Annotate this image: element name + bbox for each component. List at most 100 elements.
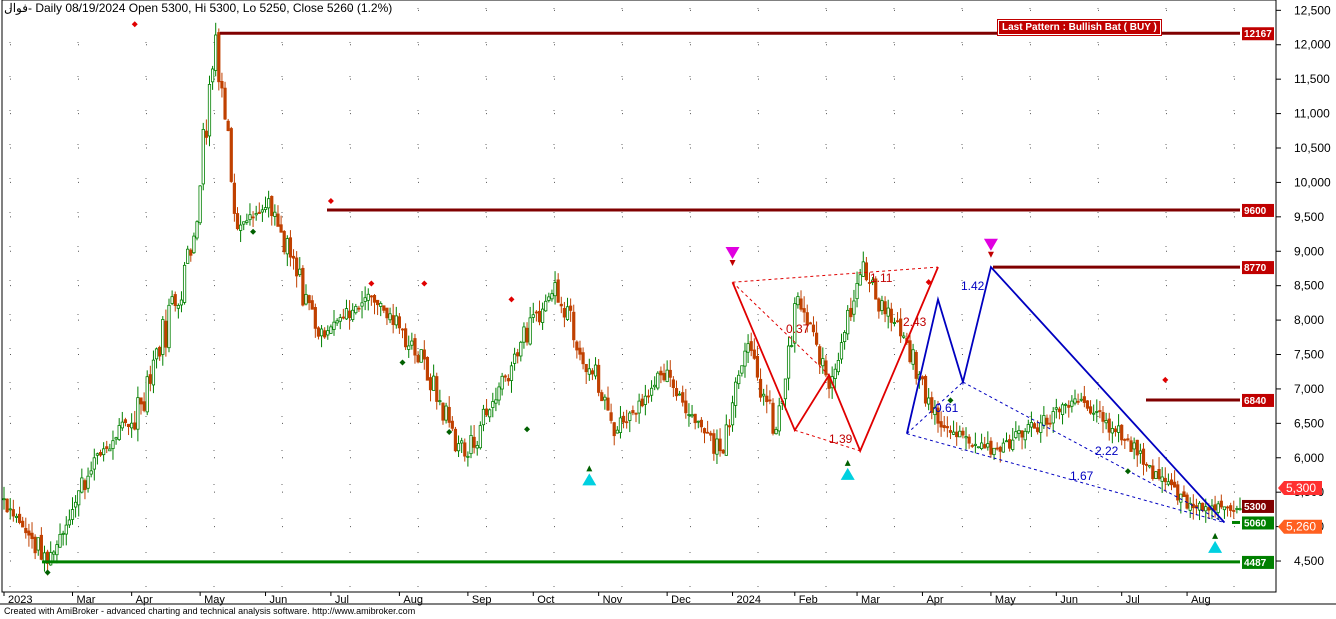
candle-body — [267, 198, 271, 209]
candle-body — [886, 307, 890, 317]
candle-body — [1120, 424, 1124, 441]
candle-body — [139, 397, 143, 405]
candle-body — [394, 315, 398, 326]
candle-body — [164, 320, 168, 348]
candle-body — [307, 295, 311, 304]
candle-body — [195, 221, 199, 239]
candle-body — [699, 419, 703, 428]
candle-body — [612, 422, 616, 437]
candle-body — [1045, 417, 1049, 425]
candle-body — [1235, 508, 1239, 510]
candle-body — [930, 397, 934, 413]
candle-body — [836, 360, 840, 373]
candle-body — [1070, 400, 1074, 407]
candle-body — [519, 341, 523, 357]
x-tick-label: Nov — [603, 594, 623, 606]
candle-body — [516, 352, 520, 357]
y-tick-label: 7,000 — [1294, 382, 1324, 396]
candle-body — [257, 211, 261, 214]
price-tag: 5300 — [1244, 502, 1267, 513]
candle-body — [235, 213, 240, 230]
candle-body — [354, 305, 358, 314]
candle-body — [1004, 440, 1009, 443]
candle-body — [288, 237, 293, 258]
candle-body — [758, 378, 763, 398]
candle-body — [796, 296, 800, 306]
candle-body — [1020, 430, 1024, 438]
candle-body — [572, 311, 576, 341]
candle-body — [419, 349, 423, 363]
candle-body — [721, 449, 725, 454]
candle-body — [575, 341, 579, 351]
candle-body — [808, 322, 812, 325]
candle-body — [821, 358, 825, 367]
candle-body — [422, 349, 426, 360]
candle-body — [108, 448, 112, 452]
pattern-ratio: 0.61 — [935, 401, 959, 415]
candle-body — [1197, 502, 1202, 511]
candle-body — [1048, 422, 1052, 425]
candle-body — [36, 537, 40, 551]
candle-body — [83, 480, 87, 491]
candle-body — [24, 527, 28, 534]
candle-body — [400, 328, 405, 331]
candle-body — [1092, 412, 1096, 415]
candle-body — [939, 421, 943, 428]
candle-body — [681, 392, 685, 403]
candle-body — [61, 532, 65, 535]
candle-body — [432, 375, 436, 391]
candle-body — [503, 375, 507, 378]
candle-body — [1039, 422, 1043, 433]
candle-body — [927, 397, 931, 405]
candle-body — [1163, 477, 1167, 483]
candle-body — [811, 324, 816, 333]
candle-body — [382, 305, 386, 311]
candle-body — [774, 429, 778, 435]
candle-body — [783, 378, 788, 400]
candle-body — [690, 414, 694, 417]
candle-body — [998, 446, 1002, 452]
candle-body — [512, 353, 517, 364]
candle-body — [251, 216, 255, 219]
candle-body — [715, 438, 719, 455]
chart-header: فوال- Daily 08/19/2024 Open 5300, Hi 530… — [4, 1, 392, 15]
y-tick-label: 9,000 — [1294, 244, 1324, 258]
y-tick-label: 10,500 — [1294, 141, 1331, 155]
candle-body — [201, 129, 205, 185]
y-tick-label: 11,500 — [1294, 72, 1330, 86]
candle-body — [1110, 428, 1114, 434]
candle-body — [379, 303, 383, 307]
candle-body — [239, 224, 243, 231]
candle-body — [1079, 398, 1083, 401]
candle-body — [665, 369, 669, 383]
candle-body — [276, 213, 280, 227]
candle-body — [640, 398, 644, 407]
candle-body — [404, 328, 408, 348]
candle-body — [285, 238, 289, 255]
candle-body — [843, 332, 847, 343]
candle-body — [1204, 506, 1208, 512]
resistance-label: 12167 — [1244, 29, 1272, 40]
candle-body — [1023, 430, 1027, 441]
pattern-ratio: 2.22 — [1095, 444, 1119, 458]
candle-body — [145, 376, 149, 413]
candle-body — [584, 363, 588, 373]
candle-body — [752, 349, 756, 359]
candle-body — [995, 447, 999, 450]
candle-body — [298, 268, 302, 276]
candle-body — [818, 346, 822, 365]
candle-body — [1126, 438, 1130, 441]
candle-body — [603, 396, 607, 401]
candle-body — [217, 32, 221, 83]
y-tick-label: 4,500 — [1294, 554, 1324, 568]
candle-body — [1138, 450, 1142, 454]
candle-body — [86, 475, 90, 489]
candle-body — [254, 213, 258, 216]
candle-body — [161, 319, 165, 355]
resistance-label: 9600 — [1244, 206, 1267, 217]
price-chart[interactable]: 12,500 12,000 11,500 11,000 10,500 10,000 9,50… — [0, 0, 1336, 619]
candle-body — [332, 321, 336, 330]
candle-body — [908, 340, 912, 363]
candle-body — [21, 520, 25, 528]
pattern-ratio: 0.37 — [786, 322, 810, 336]
